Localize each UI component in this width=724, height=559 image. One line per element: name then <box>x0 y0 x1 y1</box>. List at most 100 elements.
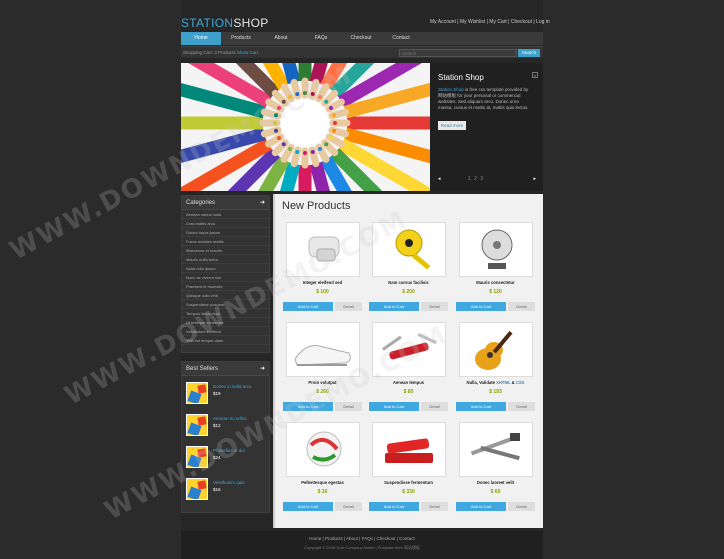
product-name[interactable]: Nam cursus facilisis <box>369 280 448 285</box>
product-thumbnail[interactable] <box>186 382 208 404</box>
nav-checkout[interactable]: Checkout <box>341 32 381 45</box>
close-icon[interactable]: × <box>532 72 538 78</box>
add-to-cart-button[interactable]: Add to Cart <box>456 502 506 511</box>
product-thumbnail[interactable] <box>186 446 208 468</box>
best-seller-name[interactable]: Donec in nulla arcu <box>213 384 252 389</box>
category-item[interactable]: Nunc ac viverra nisi <box>182 273 269 282</box>
product-price: $ 65 <box>490 489 501 495</box>
product-card: Integer eleifend sed $ 100 Add to Cart Deta… <box>283 222 362 314</box>
slide-desc-link[interactable]: Station Shop <box>438 87 464 92</box>
best-seller-price: $12 <box>213 423 221 428</box>
category-item[interactable]: Fusce sodales mattis <box>182 237 269 246</box>
product-price: $ 120 <box>489 289 502 295</box>
product-name[interactable]: Integer eleifend sed <box>283 280 362 285</box>
product-image-desk-fan[interactable] <box>459 222 533 277</box>
product-price: $ 200 <box>402 289 415 295</box>
arrow-right-icon[interactable]: ➜ <box>260 196 265 210</box>
product-thumbnail[interactable] <box>186 414 208 436</box>
add-to-cart-button[interactable]: Add to Cart <box>283 502 333 511</box>
product-image-tools[interactable] <box>459 422 533 477</box>
nav-about[interactable]: About <box>261 32 301 45</box>
product-image-guitar[interactable] <box>459 322 533 377</box>
product-name-text: Nam cursus facilisis <box>388 280 429 285</box>
footer-links[interactable]: Home | Products | About | FAQs | Checkou… <box>181 536 543 541</box>
search-button[interactable]: Search <box>518 49 540 57</box>
product-name[interactable]: Nulla, Validate XHTML & CSS <box>456 380 535 385</box>
show-cart-link[interactable]: Show Cart <box>237 50 258 55</box>
nav-home[interactable]: Home <box>181 32 221 45</box>
best-seller-item[interactable]: Vestibulum quis $16 <box>182 472 269 504</box>
category-item[interactable]: Vestibulum eleifend <box>182 327 269 336</box>
logo-part-2: SHOP <box>233 16 269 30</box>
arrow-right-icon[interactable]: ➜ <box>260 362 265 376</box>
product-name[interactable]: Suspendisse fermentum <box>369 480 448 485</box>
site-logo[interactable]: STATIONSHOP <box>181 16 269 30</box>
product-name-link[interactable]: CSS <box>516 380 525 385</box>
top-links[interactable]: My Account | My Wishlist | My Cart | Che… <box>430 19 550 25</box>
best-seller-name[interactable]: Aenean eu tellus <box>213 416 247 421</box>
product-image-hair-clip[interactable] <box>286 222 360 277</box>
detail-button[interactable]: Detail <box>421 502 448 511</box>
best-seller-name[interactable]: Phasellus ut dui <box>213 448 245 453</box>
add-to-cart-button[interactable]: Add to Cart <box>456 402 506 411</box>
product-name[interactable]: Mauris consectetur <box>456 280 535 285</box>
add-to-cart-button[interactable]: Add to Cart <box>456 302 506 311</box>
category-item[interactable]: Quisque odio velit <box>182 291 269 300</box>
category-item[interactable]: Tempus lacus risus <box>182 309 269 318</box>
best-sellers-title: Best Sellers ➜ <box>182 362 269 376</box>
nav-faqs[interactable]: FAQs <box>301 32 341 45</box>
product-image-pocket-knife[interactable] <box>372 322 446 377</box>
category-item[interactable]: Maecenas et mauris <box>182 246 269 255</box>
add-to-cart-button[interactable]: Add to Cart <box>369 502 419 511</box>
product-price: $ 30 <box>317 489 328 495</box>
detail-button[interactable]: Detail <box>508 502 535 511</box>
detail-button[interactable]: Detail <box>335 402 362 411</box>
product-image-marble[interactable] <box>286 422 360 477</box>
detail-button[interactable]: Detail <box>335 502 362 511</box>
best-seller-item[interactable]: Donec in nulla arcu $19 <box>182 376 269 408</box>
category-item[interactable]: Suspendisse posuere <box>182 300 269 309</box>
add-to-cart-button[interactable]: Add to Cart <box>283 302 333 311</box>
product-image-stapler[interactable] <box>372 422 446 477</box>
category-item[interactable]: Donec turpis ipsum <box>182 228 269 237</box>
next-arrow-icon[interactable]: ▸ <box>533 176 536 182</box>
add-to-cart-button[interactable]: Add to Cart <box>283 402 333 411</box>
detail-button[interactable]: Detail <box>421 302 448 311</box>
detail-button[interactable]: Detail <box>335 302 362 311</box>
prev-arrow-icon[interactable]: ◂ <box>438 176 441 182</box>
product-name[interactable]: Aenean tempus <box>369 380 448 385</box>
product-image-sneakers[interactable] <box>286 322 360 377</box>
best-seller-item[interactable]: Phasellus ut dui $24 <box>182 440 269 472</box>
read-more-button[interactable]: Read more <box>438 121 466 130</box>
thumb-shape <box>197 448 207 458</box>
product-name-link[interactable]: XHTML <box>496 380 510 385</box>
category-item[interactable]: Ut tristique consectet <box>182 318 269 327</box>
category-item[interactable]: Aenean varius nulla <box>182 210 269 219</box>
category-item[interactable]: Cras mattis arcu <box>182 219 269 228</box>
detail-button[interactable]: Detail <box>421 402 448 411</box>
best-seller-item[interactable]: Aenean eu tellus $12 <box>182 408 269 440</box>
new-products-title: New Products <box>282 200 351 212</box>
product-thumbnail[interactable] <box>186 478 208 500</box>
product-name[interactable]: Donec laoreet velit <box>456 480 535 485</box>
slider-page-numbers[interactable]: 1 2 3 <box>468 176 484 182</box>
nav-contact[interactable]: Contact <box>381 32 421 45</box>
category-item[interactable]: Velit est tempor diam <box>182 336 269 345</box>
category-item[interactable]: Nulla odio ipsum <box>182 264 269 273</box>
product-name[interactable]: Pellentesque egestas <box>283 480 362 485</box>
product-image-tape-measure[interactable] <box>372 222 446 277</box>
search-input[interactable] <box>399 49 517 57</box>
detail-button[interactable]: Detail <box>508 302 535 311</box>
nav-products[interactable]: Products <box>221 32 261 45</box>
category-item[interactable]: Mauris nulla tortor <box>182 255 269 264</box>
detail-button[interactable]: Detail <box>508 402 535 411</box>
product-name-text: Suspendisse fermentum <box>384 480 433 485</box>
hero-image-colored-pencils <box>181 63 430 191</box>
main-nav: Home Products About FAQs Checkout Contac… <box>181 32 543 45</box>
product-card: Proin volutpat $ 260 Add to Cart Detail <box>283 322 362 414</box>
add-to-cart-button[interactable]: Add to Cart <box>369 402 419 411</box>
product-name[interactable]: Proin volutpat <box>283 380 362 385</box>
best-seller-name[interactable]: Vestibulum quis <box>213 480 245 485</box>
add-to-cart-button[interactable]: Add to Cart <box>369 302 419 311</box>
category-item[interactable]: Praesent et molestie <box>182 282 269 291</box>
